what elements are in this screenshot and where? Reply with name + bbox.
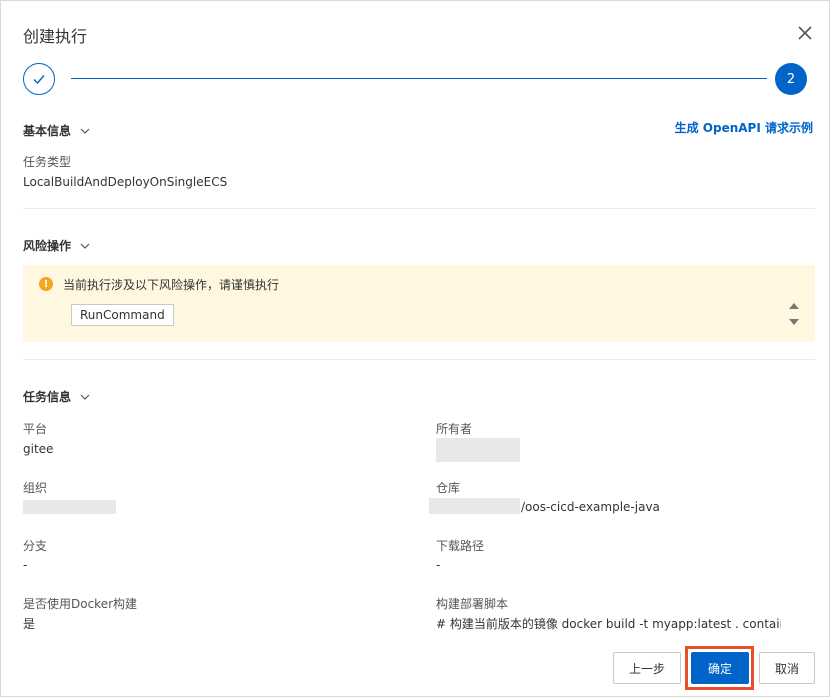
download-path-value: - <box>436 558 441 572</box>
close-icon[interactable] <box>795 23 815 43</box>
previous-step-button[interactable]: 上一步 <box>613 652 681 684</box>
step-2-current: 2 <box>775 63 807 95</box>
risk-warning-text: 当前执行涉及以下风险操作，请谨慎执行 <box>63 278 280 292</box>
docker-build-label: 是否使用Docker构建 <box>23 597 138 611</box>
risk-warning-box: ! 当前执行涉及以下风险操作，请谨慎执行 RunCommand <box>23 265 815 342</box>
scroll-up-icon[interactable] <box>789 302 799 310</box>
task-type-label: 任务类型 <box>23 155 72 169</box>
section-task-info-title: 任务信息 <box>23 390 72 404</box>
chevron-down-icon <box>80 128 90 134</box>
repo-label: 仓库 <box>436 481 461 495</box>
section-risk-operations[interactable]: 风险操作 <box>23 237 91 254</box>
task-type-value: LocalBuildAndDeployOnSingleECS <box>23 175 228 189</box>
branch-label: 分支 <box>23 539 48 553</box>
owner-value-redacted <box>436 438 520 462</box>
warning-icon: ! <box>39 277 53 291</box>
platform-label: 平台 <box>23 422 48 436</box>
step-1-complete <box>23 63 55 95</box>
org-value-redacted <box>23 500 116 514</box>
docker-build-value: 是 <box>23 617 36 631</box>
branch-value: - <box>23 558 28 572</box>
section-risk-title: 风险操作 <box>23 239 72 253</box>
org-label: 组织 <box>23 481 48 495</box>
section-task-info[interactable]: 任务信息 <box>23 388 91 405</box>
section-basic-info-title: 基本信息 <box>23 124 72 138</box>
openapi-example-link[interactable]: 生成 OpenAPI 请求示例 <box>675 119 813 136</box>
owner-label: 所有者 <box>436 422 473 436</box>
repo-value: /oos-cicd-example-java <box>521 500 660 514</box>
scroll-down-icon[interactable] <box>789 318 799 326</box>
download-path-label: 下载路径 <box>436 539 485 553</box>
check-icon <box>33 75 45 85</box>
cancel-button[interactable]: 取消 <box>759 652 815 684</box>
confirm-button[interactable]: 确定 <box>691 652 749 684</box>
risk-operation-tag: RunCommand <box>71 304 174 326</box>
divider <box>23 208 815 209</box>
chevron-down-icon <box>80 243 90 249</box>
repo-prefix-redacted <box>429 498 520 514</box>
dialog-title: 创建执行 <box>23 27 88 46</box>
divider <box>23 359 815 360</box>
build-script-label: 构建部署脚本 <box>436 597 509 611</box>
create-execution-dialog: 创建执行 2 基本信息 生成 OpenAPI 请求示例 任务类型 LocalBu… <box>0 0 830 697</box>
chevron-down-icon <box>80 394 90 400</box>
build-script-value: # 构建当前版本的镜像 docker build -t myapp:latest… <box>436 617 781 631</box>
section-basic-info[interactable]: 基本信息 <box>23 122 91 139</box>
step-progress-line <box>71 78 767 79</box>
platform-value: gitee <box>23 442 54 456</box>
